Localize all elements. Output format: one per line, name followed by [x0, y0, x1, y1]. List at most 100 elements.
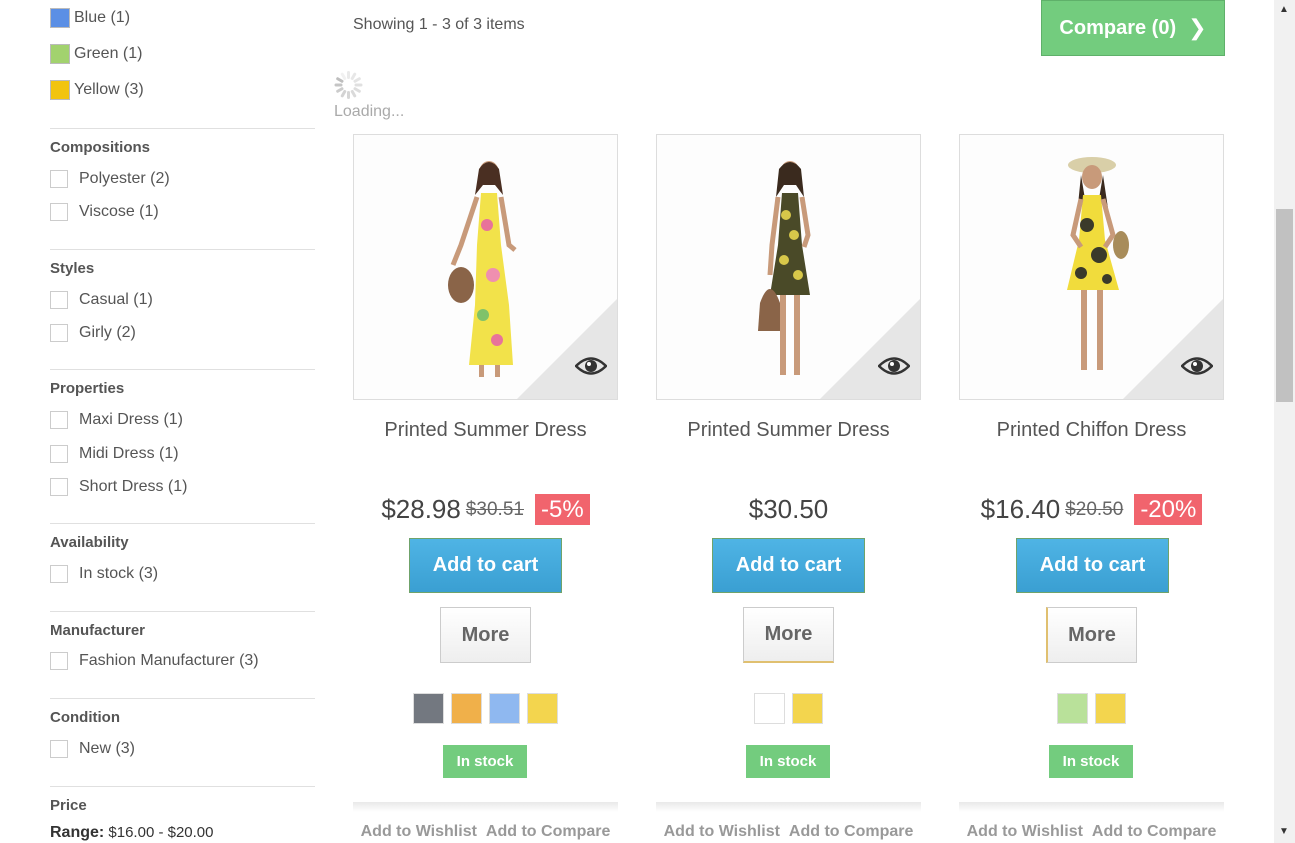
more-button[interactable]: More — [1046, 607, 1137, 663]
product-price: $16.40 — [980, 494, 1061, 524]
color-swatches — [959, 693, 1224, 724]
chevron-right-icon: ❯ — [1188, 15, 1207, 40]
add-to-wishlist-link[interactable]: Add to Wishlist — [361, 823, 477, 841]
checkbox[interactable] — [50, 291, 68, 309]
product-card: Printed Summer Dress $30.50 Add to cart … — [656, 134, 922, 843]
filter-group-availability: Availability In stock (3) — [50, 523, 315, 611]
color-swatch[interactable] — [754, 693, 785, 724]
filter-group-properties: Properties Maxi Dress (1) Midi Dress (1)… — [50, 369, 315, 523]
add-to-wishlist-link[interactable]: Add to Wishlist — [664, 823, 780, 841]
add-to-cart-button[interactable]: Add to cart — [1016, 538, 1169, 593]
loading-spinner-icon — [334, 70, 364, 100]
filter-group-title: Price — [50, 797, 87, 814]
discount-badge: -20% — [1134, 494, 1203, 525]
filter-item-maxi-dress[interactable]: Maxi Dress (1) — [50, 410, 183, 430]
color-swatch[interactable] — [413, 693, 444, 724]
price-range: Range: $16.00 - $20.00 — [50, 824, 214, 842]
filter-item-fashion-manufacturer[interactable]: Fashion Manufacturer (3) — [50, 651, 259, 671]
price-row: $28.98 $30.51 -5% — [353, 494, 618, 525]
checkbox[interactable] — [50, 565, 68, 583]
filter-color-green[interactable]: Green (1) — [50, 44, 142, 64]
old-price: $20.50 — [1065, 498, 1124, 520]
filter-item-label: Blue (1) — [74, 9, 131, 26]
add-to-cart-button[interactable]: Add to cart — [409, 538, 562, 593]
checkbox[interactable] — [50, 411, 68, 429]
filter-item-label: Polyester (2) — [79, 170, 170, 187]
color-swatch-green[interactable] — [50, 44, 70, 64]
results-count: Showing 1 - 3 of 3 items — [353, 16, 525, 33]
checkbox[interactable] — [50, 203, 68, 221]
filter-item-label: New (3) — [79, 740, 136, 757]
product-card: Printed Summer Dress $28.98 $30.51 -5% A… — [353, 134, 619, 843]
scroll-down-arrow-icon[interactable]: ▼ — [1279, 826, 1289, 837]
checkbox[interactable] — [50, 652, 68, 670]
color-swatch[interactable] — [792, 693, 823, 724]
scroll-up-arrow-icon[interactable]: ▲ — [1279, 4, 1289, 15]
add-to-wishlist-link[interactable]: Add to Wishlist — [967, 823, 1083, 841]
filter-item-label: Midi Dress (1) — [79, 445, 179, 462]
filter-item-midi-dress[interactable]: Midi Dress (1) — [50, 444, 179, 464]
stock-badge: In stock — [746, 745, 830, 778]
filter-item-label: Yellow (3) — [74, 81, 144, 98]
discount-badge: -5% — [534, 494, 590, 525]
filter-color-blue[interactable]: Blue (1) — [50, 8, 130, 28]
eye-icon[interactable] — [878, 355, 910, 377]
add-to-compare-link[interactable]: Add to Compare — [486, 823, 610, 841]
filter-group-title: Compositions — [50, 139, 150, 156]
product-image[interactable] — [353, 134, 618, 400]
price-range-label: Range: — [50, 824, 105, 841]
color-swatch-yellow[interactable] — [50, 80, 70, 100]
product-price: $28.98 — [381, 494, 461, 524]
product-name[interactable]: Printed Summer Dress — [656, 419, 921, 442]
filter-item-in-stock[interactable]: In stock (3) — [50, 564, 158, 584]
product-price: $30.50 — [748, 494, 829, 524]
filter-item-label: In stock (3) — [79, 565, 159, 582]
loading-text: Loading... — [334, 103, 405, 120]
price-row: $16.40 $20.50 -20% — [959, 494, 1224, 525]
checkbox[interactable] — [50, 324, 68, 342]
card-actions: Add to Wishlist Add to Compare — [656, 823, 921, 841]
color-swatch-blue[interactable] — [50, 8, 70, 28]
checkbox[interactable] — [50, 170, 68, 188]
scrollbar-thumb[interactable] — [1276, 209, 1293, 402]
filter-item-label: Viscose (1) — [79, 203, 159, 220]
compare-button[interactable]: Compare (0) ❯ — [1041, 0, 1225, 56]
filter-item-short-dress[interactable]: Short Dress (1) — [50, 477, 187, 497]
filter-item-casual[interactable]: Casual (1) — [50, 290, 153, 310]
filter-item-girly[interactable]: Girly (2) — [50, 323, 136, 343]
color-swatch[interactable] — [489, 693, 520, 724]
filter-item-label: Casual (1) — [79, 291, 153, 308]
more-button[interactable]: More — [440, 607, 531, 663]
old-price: $30.51 — [465, 498, 524, 520]
add-to-cart-button[interactable]: Add to cart — [712, 538, 865, 593]
add-to-compare-link[interactable]: Add to Compare — [789, 823, 913, 841]
product-name[interactable]: Printed Chiffon Dress — [959, 419, 1224, 442]
filter-group-compositions: Compositions Polyester (2) Viscose (1) — [50, 128, 315, 248]
eye-icon[interactable] — [1181, 355, 1213, 377]
filter-group-price: Price Range: $16.00 - $20.00 — [50, 786, 315, 843]
product-name[interactable]: Printed Summer Dress — [353, 419, 618, 442]
color-swatch[interactable] — [1057, 693, 1088, 724]
filter-item-viscose[interactable]: Viscose (1) — [50, 202, 159, 222]
color-swatch[interactable] — [527, 693, 558, 724]
price-row: $30.50 — [656, 494, 921, 525]
add-to-compare-link[interactable]: Add to Compare — [1092, 823, 1216, 841]
color-swatch[interactable] — [1095, 693, 1126, 724]
quick-view-corner — [820, 299, 920, 399]
filter-color-yellow[interactable]: Yellow (3) — [50, 80, 144, 100]
price-range-value: $16.00 - $20.00 — [108, 824, 214, 841]
filter-item-polyester[interactable]: Polyester (2) — [50, 169, 170, 189]
eye-icon[interactable] — [575, 355, 607, 377]
color-swatch[interactable] — [451, 693, 482, 724]
filter-item-new[interactable]: New (3) — [50, 739, 135, 759]
product-image[interactable] — [959, 134, 1224, 400]
more-button[interactable]: More — [743, 607, 834, 663]
filter-group-title: Availability — [50, 534, 129, 551]
filter-group-styles: Styles Casual (1) Girly (2) — [50, 249, 315, 369]
checkbox[interactable] — [50, 740, 68, 758]
page-scrollbar[interactable]: ▲ ▼ — [1274, 0, 1295, 843]
filter-item-label: Girly (2) — [79, 324, 136, 341]
checkbox[interactable] — [50, 478, 68, 496]
checkbox[interactable] — [50, 445, 68, 463]
product-image[interactable] — [656, 134, 921, 400]
